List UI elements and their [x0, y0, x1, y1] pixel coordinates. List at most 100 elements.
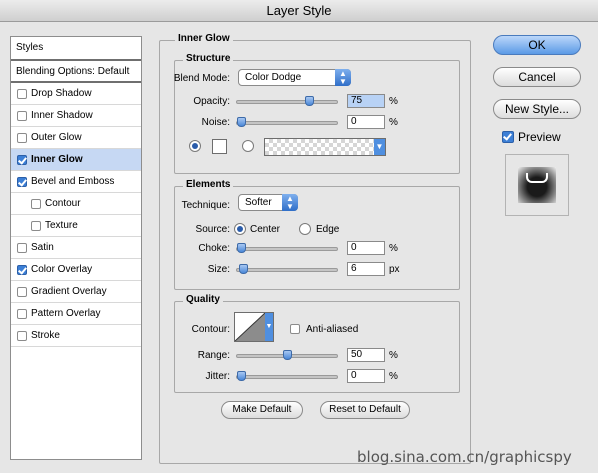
jitter-slider-thumb[interactable]: [237, 371, 246, 381]
color-radio[interactable]: [189, 140, 201, 152]
source-edge-label[interactable]: Edge: [316, 224, 339, 235]
noise-slider[interactable]: [236, 117, 338, 127]
blending-options-item[interactable]: Blending Options: Default: [11, 61, 141, 83]
contour-picker[interactable]: ▼: [234, 312, 274, 342]
chevron-updown-icon: ▲ ▼: [282, 194, 298, 211]
style-item-checkbox[interactable]: [17, 309, 27, 319]
styles-list: Styles Blending Options: Default Drop Sh…: [10, 36, 142, 460]
gradient-picker[interactable]: ▼: [264, 138, 386, 156]
technique-value: Softer: [245, 197, 272, 208]
style-item-color-overlay[interactable]: Color Overlay: [11, 259, 141, 281]
chevron-updown-icon: ▲ ▼: [335, 69, 351, 86]
choke-unit: %: [389, 243, 398, 254]
jitter-label: Jitter:: [205, 371, 230, 382]
size-field[interactable]: 6: [347, 262, 385, 276]
styles-header[interactable]: Styles: [11, 37, 141, 61]
contour-label: Contour:: [191, 324, 230, 335]
reset-to-default-button[interactable]: Reset to Default: [320, 401, 410, 419]
size-slider-thumb[interactable]: [239, 264, 249, 274]
technique-label: Technique:: [181, 200, 230, 211]
contour-dropdown-icon[interactable]: ▼: [265, 313, 273, 341]
style-item-label: Contour: [45, 198, 81, 209]
jitter-slider[interactable]: [236, 371, 338, 381]
style-item-checkbox[interactable]: [17, 155, 27, 165]
preview-checkbox[interactable]: [502, 131, 514, 143]
source-center-label[interactable]: Center: [250, 224, 280, 235]
range-field[interactable]: 50: [347, 348, 385, 362]
new-style-button[interactable]: New Style...: [493, 99, 581, 119]
antialiased-checkbox[interactable]: [290, 324, 300, 334]
style-item-checkbox[interactable]: [17, 265, 27, 275]
style-item-checkbox[interactable]: [17, 331, 27, 341]
style-item-bevel-and-emboss[interactable]: Bevel and Emboss: [11, 171, 141, 193]
style-item-checkbox[interactable]: [17, 287, 27, 297]
technique-select[interactable]: Softer ▲ ▼: [238, 194, 298, 211]
opacity-slider[interactable]: [236, 96, 338, 106]
choke-field[interactable]: 0: [347, 241, 385, 255]
inner-glow-title: Inner Glow: [175, 33, 233, 44]
style-item-label: Color Overlay: [31, 264, 93, 275]
choke-slider-thumb[interactable]: [237, 243, 246, 253]
style-item-inner-shadow[interactable]: Inner Shadow: [11, 105, 141, 127]
gradient-radio[interactable]: [242, 140, 254, 152]
structure-title: Structure: [183, 53, 234, 64]
style-item-drop-shadow[interactable]: Drop Shadow: [11, 83, 141, 105]
size-slider[interactable]: [236, 264, 338, 274]
glow-color-swatch[interactable]: [212, 139, 227, 154]
style-item-texture[interactable]: Texture: [11, 215, 141, 237]
style-item-label: Drop Shadow: [31, 88, 92, 99]
noise-field[interactable]: 0: [347, 115, 385, 129]
style-item-checkbox[interactable]: [17, 243, 27, 253]
style-item-label: Texture: [45, 220, 78, 231]
style-item-label: Outer Glow: [31, 132, 82, 143]
style-item-checkbox[interactable]: [17, 133, 27, 143]
noise-slider-thumb[interactable]: [237, 117, 246, 127]
elements-title: Elements: [183, 179, 234, 190]
style-item-stroke[interactable]: Stroke: [11, 325, 141, 347]
source-center-radio[interactable]: [234, 223, 246, 235]
style-item-checkbox[interactable]: [31, 221, 41, 231]
preview-highlight: [526, 173, 548, 183]
style-item-satin[interactable]: Satin: [11, 237, 141, 259]
range-unit: %: [389, 350, 398, 361]
range-slider[interactable]: [236, 350, 338, 360]
blend-mode-select[interactable]: Color Dodge ▲ ▼: [238, 69, 351, 86]
window-title: Layer Style: [0, 0, 598, 22]
choke-slider[interactable]: [236, 243, 338, 253]
jitter-field[interactable]: 0: [347, 369, 385, 383]
antialiased-label[interactable]: Anti-aliased: [306, 324, 358, 335]
style-item-inner-glow[interactable]: Inner Glow: [11, 149, 141, 171]
opacity-slider-thumb[interactable]: [305, 96, 315, 106]
source-edge-radio[interactable]: [299, 223, 311, 235]
style-item-label: Inner Shadow: [31, 110, 93, 121]
opacity-field[interactable]: 75: [347, 94, 385, 108]
style-item-checkbox[interactable]: [31, 199, 41, 209]
layer-style-dialog: Styles Blending Options: Default Drop Sh…: [0, 22, 598, 473]
ok-button[interactable]: OK: [493, 35, 581, 55]
style-item-gradient-overlay[interactable]: Gradient Overlay: [11, 281, 141, 303]
preview-label[interactable]: Preview: [518, 130, 561, 144]
style-item-checkbox[interactable]: [17, 111, 27, 121]
noise-label: Noise:: [201, 117, 230, 128]
style-item-label: Gradient Overlay: [31, 286, 107, 297]
style-item-label: Inner Glow: [31, 154, 83, 165]
jitter-unit: %: [389, 371, 398, 382]
style-item-label: Bevel and Emboss: [31, 176, 115, 187]
style-item-label: Stroke: [31, 330, 60, 341]
style-item-checkbox[interactable]: [17, 177, 27, 187]
cancel-button[interactable]: Cancel: [493, 67, 581, 87]
opacity-label: Opacity:: [193, 96, 230, 107]
style-item-contour[interactable]: Contour: [11, 193, 141, 215]
make-default-button[interactable]: Make Default: [221, 401, 303, 419]
style-item-outer-glow[interactable]: Outer Glow: [11, 127, 141, 149]
style-preview-thumbnail: [505, 154, 569, 216]
range-slider-thumb[interactable]: [282, 350, 292, 360]
style-item-label: Pattern Overlay: [31, 308, 101, 319]
style-item-pattern-overlay[interactable]: Pattern Overlay: [11, 303, 141, 325]
preview-square: [518, 167, 556, 203]
style-item-checkbox[interactable]: [17, 89, 27, 99]
opacity-unit: %: [389, 96, 398, 107]
gradient-dropdown-icon[interactable]: ▼: [374, 139, 385, 155]
blend-mode-label: Blend Mode:: [173, 73, 230, 84]
size-unit: px: [389, 264, 400, 275]
